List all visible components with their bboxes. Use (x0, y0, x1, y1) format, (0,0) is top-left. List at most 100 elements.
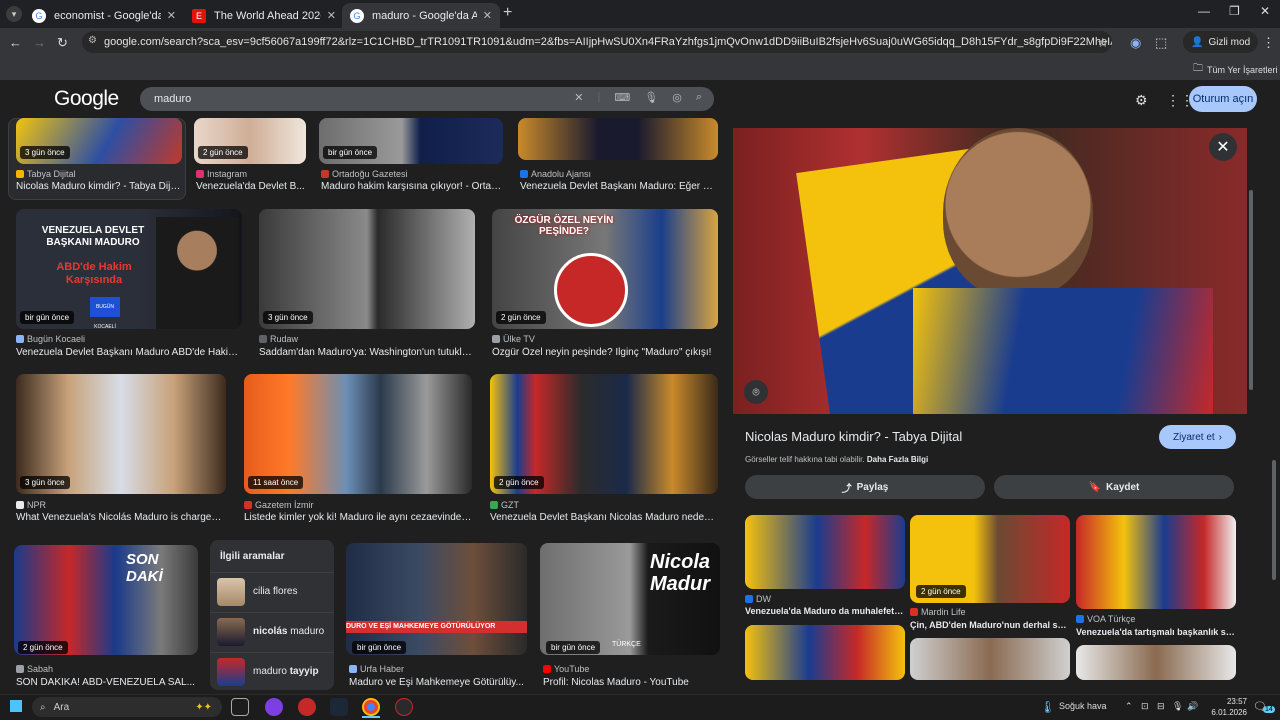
result-title[interactable]: Maduro hakim karşısına çıkıyor! - Ortad.… (321, 181, 503, 192)
lens-search-icon[interactable]: ⌾ (744, 380, 768, 404)
taskbar-search[interactable]: ⌕ Ara ✦✦ (32, 697, 222, 717)
preview-image[interactable] (733, 128, 1247, 414)
microphone-icon[interactable]: 🎙 (1172, 701, 1183, 712)
clock[interactable]: 23:57 6.01.2026 (1205, 696, 1247, 718)
minimize-button[interactable]: — (1198, 4, 1210, 18)
active-app-indicator (362, 716, 380, 718)
panel-scrollbar[interactable] (1249, 190, 1253, 390)
similar-image-1[interactable] (745, 515, 905, 589)
extensions-icon[interactable]: ⬚ (1155, 35, 1167, 51)
reload-button[interactable]: ↻ (57, 35, 68, 51)
result-title[interactable]: Venezuela'da Devlet B... (196, 181, 308, 192)
tab-economist[interactable]: G economist - Google'da Ara ✕ (24, 3, 184, 28)
related-search-maduro-tayyip[interactable]: maduro tayyip (210, 652, 334, 690)
result-title[interactable]: Venezuela Devlet Başkanı Nicolas Maduro … (490, 512, 718, 523)
result-image-7[interactable]: ÖZGÜR ÖZEL NEYİN PEŞİNDE? 2 gün önce (492, 209, 718, 329)
clear-icon[interactable]: ✕ (574, 91, 583, 104)
back-button[interactable]: ← (9, 35, 22, 50)
result-title[interactable]: What Venezuela's Nicolás Maduro is charg… (16, 512, 226, 523)
page-scrollbar[interactable] (1272, 460, 1276, 580)
chevron-up-icon[interactable]: ⌃ (1125, 701, 1133, 712)
similar-title[interactable]: Venezuela'da tartışmalı başkanlık seçi..… (1076, 627, 1236, 637)
visit-button[interactable]: Ziyaret et › (1159, 425, 1236, 449)
source-favicon-icon (196, 170, 204, 178)
source-favicon-icon (259, 335, 267, 343)
result-image-6[interactable]: 3 gün önce (259, 209, 475, 329)
similar-title[interactable]: Çin, ABD'den Maduro'nun derhal serbe... (910, 620, 1070, 630)
volume-icon[interactable]: 🔊 (1187, 701, 1198, 712)
site-info-icon[interactable]: ⚙ (88, 35, 97, 46)
result-image-12[interactable]: DURO VE EŞİ MAHKEMEYE GÖTÜRÜLÜYOR bir gü… (346, 543, 527, 655)
app-icon-2[interactable] (395, 698, 413, 716)
save-button[interactable]: 🔖 Kaydet (994, 475, 1234, 499)
result-image-2[interactable]: 2 gün önce (194, 118, 306, 164)
preview-title[interactable]: Nicolas Maduro kimdir? - Tabya Dijital (745, 429, 962, 444)
chrome-icon[interactable] (362, 698, 380, 716)
result-image-10[interactable]: 2 gün önce (490, 374, 718, 494)
forward-button[interactable]: → (33, 35, 46, 50)
windows-start-icon[interactable] (10, 700, 22, 712)
signin-button[interactable]: Oturum açın (1189, 86, 1257, 112)
result-image-9[interactable]: 11 saat önce (244, 374, 472, 494)
tab-search-icon[interactable]: ▾ (6, 6, 22, 22)
steam-icon[interactable] (330, 698, 348, 716)
address-bar[interactable]: ⚙ google.com/search?sca_esv=9cf56067a199… (82, 31, 1112, 53)
close-tab-icon[interactable]: ✕ (483, 9, 492, 22)
tray-icon[interactable]: ⊡ (1141, 701, 1149, 712)
result-image-8[interactable]: 3 gün önce (16, 374, 226, 494)
similar-image-6[interactable] (1076, 645, 1236, 680)
all-bookmarks-button[interactable]: 🗀 Tüm Yer İşaretleri (1193, 61, 1278, 78)
keyboard-icon[interactable]: ⌨ (614, 91, 630, 104)
result-title[interactable]: Venezuela Devlet Başkanı Maduro: Eğer si… (520, 181, 716, 192)
result-title[interactable]: Saddam'dan Maduro'ya: Washington'un tutu… (259, 347, 475, 358)
result-title[interactable]: Venezuela Devlet Başkanı Maduro ABD'de H… (16, 347, 242, 358)
result-image-13[interactable]: Nicola Madur TÜRKÇE bir gün önce (540, 543, 720, 655)
weather-icon[interactable]: 🌡 (1040, 700, 1055, 714)
similar-image-5[interactable] (910, 638, 1070, 680)
result-title[interactable]: Nicolas Maduro kimdir? - Tabya Dijital (16, 181, 182, 192)
close-window-button[interactable]: ✕ (1260, 4, 1270, 18)
weather-label[interactable]: Soğuk hava (1059, 701, 1107, 711)
more-info-link[interactable]: Daha Fazla Bilgi (867, 455, 928, 464)
result-title[interactable]: Profil: Nicolas Maduro - YouTube (543, 677, 720, 688)
tab-world-ahead[interactable]: E The World Ahead 2026 ✕ (184, 3, 344, 28)
opera-icon[interactable] (298, 698, 316, 716)
share-icon: ⤴ (841, 483, 852, 495)
microphone-icon[interactable]: 🎙 (644, 91, 658, 104)
result-image-4[interactable] (518, 118, 718, 160)
task-view-icon[interactable] (231, 698, 249, 716)
restore-button[interactable]: ❐ (1229, 4, 1240, 18)
result-image-11[interactable]: SON DAKİ 2 gün önce (14, 545, 198, 655)
tab-maduro[interactable]: G maduro - Google'da Ara ✕ (342, 3, 500, 28)
share-button[interactable]: ⤴ Paylaş (745, 475, 985, 499)
lens-icon[interactable]: ◎ (672, 91, 682, 104)
result-image-1[interactable]: 3 gün önce (16, 118, 182, 164)
search-input[interactable]: maduro ✕ | ⌨ 🎙 ◎ ⌕ (140, 87, 714, 111)
new-tab-button[interactable]: + (503, 4, 512, 22)
media-icon[interactable]: ◉ (1130, 35, 1141, 51)
similar-image-4[interactable] (745, 625, 905, 680)
menu-icon[interactable]: ⋮ (1262, 35, 1275, 51)
similar-image-3[interactable] (1076, 515, 1236, 609)
close-tab-icon[interactable]: ✕ (167, 9, 176, 22)
google-logo[interactable]: Google (54, 87, 119, 111)
result-title[interactable]: SON DAKİKA! ABD-VENEZUELA SAL... (16, 677, 198, 688)
result-title[interactable]: Özgür Özel neyin peşinde? İlginç "Maduro… (492, 347, 718, 358)
related-search-cilia-flores[interactable]: cilia flores (210, 572, 334, 610)
result-title[interactable]: Maduro ve Eşi Mahkemeye Götürülüy... (349, 677, 527, 688)
result-image-5[interactable]: VENEZUELA DEVLET BAŞKANI MADURO ABD'de H… (16, 209, 242, 329)
similar-title[interactable]: Venezuela'da Maduro da muhalefet de... (745, 606, 905, 616)
close-panel-button[interactable]: ✕ (1209, 133, 1237, 161)
network-icon[interactable]: ⊟ (1157, 701, 1165, 712)
related-search-nicolas-maduro[interactable]: nicolás maduro (210, 612, 334, 650)
result-title[interactable]: Listede kimler yok ki! Maduro ile aynı c… (244, 512, 472, 523)
result-image-3[interactable]: bir gün önce (319, 118, 503, 164)
settings-gear-icon[interactable]: ⚙ (1135, 92, 1148, 109)
result-source: Ülke TV (492, 334, 535, 344)
bookmark-star-icon[interactable]: ☆ (1097, 35, 1109, 51)
app-icon-1[interactable] (265, 698, 283, 716)
search-icon[interactable]: ⌕ (696, 91, 702, 104)
similar-image-2[interactable]: 2 gün önce (910, 515, 1070, 603)
close-tab-icon[interactable]: ✕ (327, 9, 336, 22)
incognito-badge[interactable]: 👤 Gizli mod (1183, 31, 1259, 53)
